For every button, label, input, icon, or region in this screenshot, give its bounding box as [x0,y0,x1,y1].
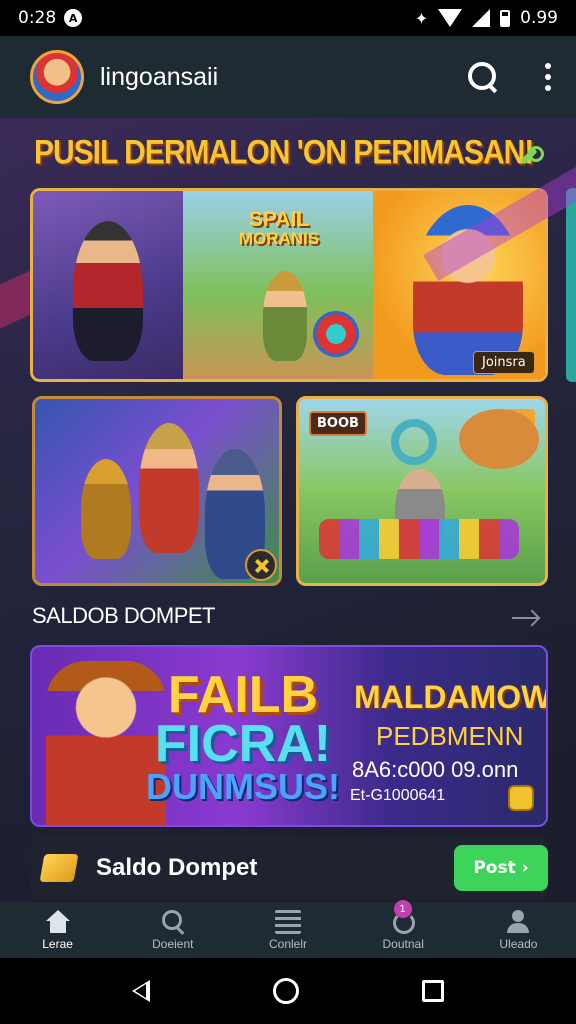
game-logo: SPAIL MORANIS [238,208,320,248]
coin-icon [508,785,534,811]
nav-item-list[interactable]: Conlelr [230,902,345,958]
hero-figure [73,221,143,361]
game-card-battle[interactable] [32,396,282,586]
home-button-icon[interactable] [272,978,299,1004]
bottom-nav: Lerae Doeient Conlelr 1 Doutnal Uleado [0,900,576,958]
nav-item-search[interactable]: Doeient [115,902,230,958]
ring-prop [391,419,437,465]
more-options-icon[interactable] [544,63,552,91]
promo-banner[interactable]: FAILB FICRA! DUNMSUS! MALDAMOW. PEDBMENN… [30,645,548,827]
dnd-icon: ✦ [414,8,429,28]
list-icon [275,909,301,934]
wifi-icon [438,9,463,27]
featured-panel-warrior [33,191,183,379]
game-tag: BOOB [309,411,367,436]
app-bar: lingoansaii [0,36,576,118]
main-content[interactable]: PUSIL DERMALON 'ON PERIMASAN! SPAIL MORA… [0,118,576,902]
nav-item-home[interactable]: Lerae [0,902,115,958]
banner-reference: Et-G1000641 [350,787,446,804]
section-title: SALDOB DOMPET [32,603,215,628]
battery-icon [500,9,511,27]
search-icon [160,909,186,934]
promo-title: PUSIL DERMALON 'ON PERIMASAN! [34,133,534,172]
nav-label: Uleado [499,936,538,951]
wallet-post-button[interactable]: Post › [454,845,548,891]
next-card-peek[interactable] [566,188,576,382]
signal-icon [472,9,491,27]
hero-figure [139,423,199,553]
status-time: 0:28 [18,8,57,28]
wallet-bar: Saldo Dompet Post › [30,836,548,900]
nav-label: Doeient [152,936,194,951]
user-icon [505,909,531,934]
search-icon[interactable] [466,60,500,94]
gold-bar-icon [39,854,79,882]
nav-label: Doutnal [382,936,424,951]
tools-icon[interactable] [245,549,277,581]
banner-headline: FAILB FICRA! DUNMSUS! [146,666,340,807]
username: lingoansaii [100,62,219,91]
gems-prop [319,519,519,559]
nav-item-user[interactable]: Uleado [461,902,576,958]
wrench-icon[interactable] [516,144,544,168]
avatar[interactable] [30,50,84,104]
featured-game-card[interactable]: SPAIL MORANIS Joinsra [30,188,548,382]
featured-panel-hero: Joinsra [373,191,545,379]
banner-right-subtitle: PEDBMENN [376,721,524,751]
nav-label: Lerae [42,936,73,951]
game-card-forest[interactable]: BOOB [296,396,548,586]
nav-label: Conlelr [269,936,308,951]
recent-apps-icon[interactable] [422,980,445,1002]
battery-level: 0.99 [520,8,558,28]
featured-panel-village: SPAIL MORANIS [183,191,373,379]
arrow-right-icon[interactable] [512,617,538,619]
wallet-label: Saldo Dompet [96,854,258,881]
shield-prop [313,311,359,357]
hero-badge: Joinsra [473,351,535,374]
status-bar: 0:28 A ✦ 0.99 [0,0,576,36]
hero-figure [81,459,131,559]
back-icon[interactable] [131,980,150,1002]
hero-figure [263,271,307,361]
hero-figure [413,205,523,375]
home-icon [45,909,71,934]
notification-badge: 1 [393,900,412,918]
nav-item-refresh[interactable]: 1 Doutnal [346,900,461,958]
tree-prop [459,409,539,469]
banner-code: 8A6:c000 09.onn [352,757,519,782]
banner-right-title: MALDAMOW. [354,679,548,715]
system-nav-bar [0,958,576,1024]
notification-app-icon: A [64,9,83,27]
